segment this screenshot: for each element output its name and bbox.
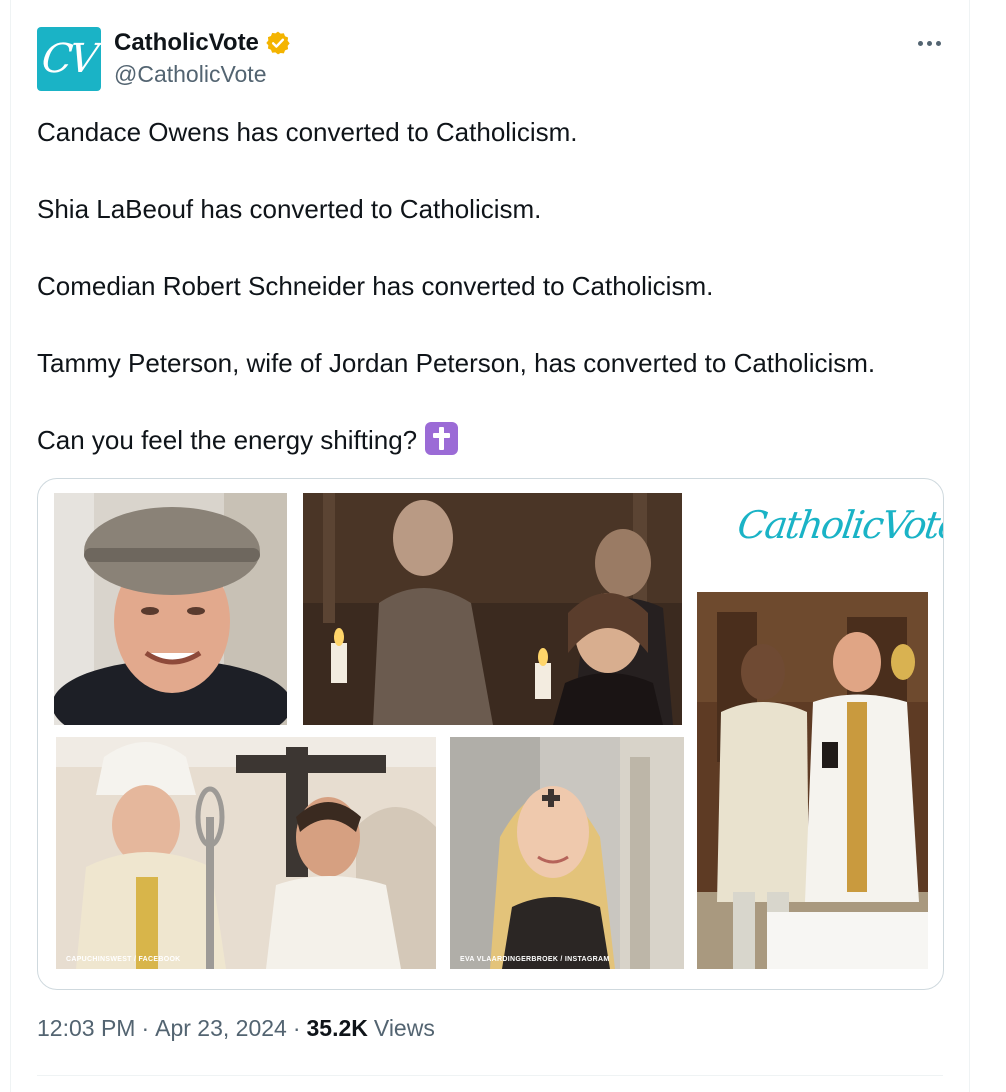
tweet-paragraph: Candace Owens has converted to Catholici… bbox=[37, 117, 578, 147]
catholicvote-logo: CatholicVote bbox=[734, 503, 944, 547]
tweet-paragraph: Can you feel the energy shifting? bbox=[37, 425, 418, 455]
tweet-paragraph: Shia LaBeouf has converted to Catholicis… bbox=[37, 194, 542, 224]
photo-candlelight-vigil bbox=[303, 493, 682, 725]
divider bbox=[37, 1075, 943, 1076]
photo-comedian-selfie bbox=[54, 493, 287, 725]
tweet-paragraph: Comedian Robert Schneider has converted … bbox=[37, 271, 714, 301]
views-count: 35.2K bbox=[306, 1015, 368, 1041]
photo-bishop-confirmation: CAPUCHINSWEST / FACEBOOK bbox=[56, 737, 436, 969]
photo-credit: CAPUCHINSWEST / FACEBOOK bbox=[66, 956, 181, 963]
meta-separator: · bbox=[141, 1015, 150, 1041]
tweet-meta: 12:03 PM · Apr 23, 2024 · 35.2K Views bbox=[37, 1015, 435, 1042]
author-name-row: CatholicVote bbox=[114, 29, 291, 57]
author-display-name[interactable]: CatholicVote bbox=[114, 29, 259, 57]
avatar-text: CV bbox=[39, 36, 99, 82]
photo-credit: EVA VLAARDINGERBROEK / INSTAGRAM bbox=[460, 956, 610, 963]
tweet-paragraph: Tammy Peterson, wife of Jordan Peterson,… bbox=[37, 348, 876, 378]
tweet-media[interactable]: CAPUCHINSWEST / FACEBOOK EVA VLAARDINGER… bbox=[37, 478, 944, 990]
author-handle[interactable]: @CatholicVote bbox=[114, 61, 267, 88]
photo-ash-wednesday: EVA VLAARDINGERBROEK / INSTAGRAM bbox=[450, 737, 684, 969]
tweet-time[interactable]: 12:03 PM bbox=[37, 1015, 135, 1042]
meta-separator: · bbox=[292, 1015, 301, 1041]
avatar[interactable]: CV bbox=[37, 27, 101, 91]
latin-cross-emoji-icon bbox=[425, 422, 459, 455]
tweet-date[interactable]: Apr 23, 2024 bbox=[155, 1015, 287, 1042]
photo-candace-baptism bbox=[697, 592, 928, 969]
views-label: Views bbox=[373, 1015, 435, 1041]
more-options-icon[interactable] bbox=[912, 30, 946, 56]
tweet-paragraph-last: Can you feel the energy shifting? bbox=[37, 422, 459, 458]
verified-badge-icon[interactable] bbox=[265, 30, 291, 56]
